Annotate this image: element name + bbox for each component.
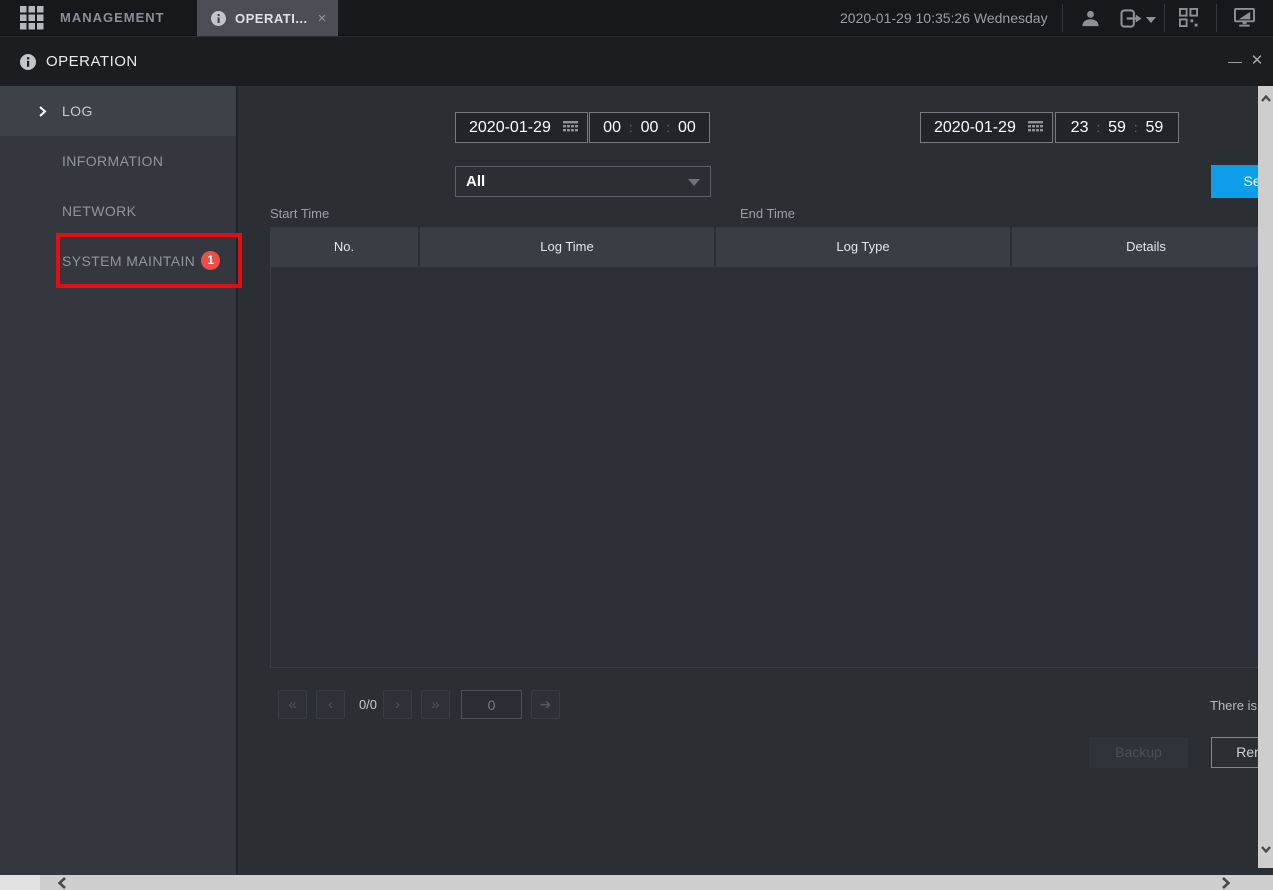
qr-code-icon[interactable]	[1179, 8, 1198, 27]
log-table-header: No. Log Time Log Type Details	[270, 227, 1273, 267]
start-hour[interactable]: 00	[603, 119, 621, 137]
time-separator: :	[628, 120, 633, 135]
scroll-right-icon[interactable]	[1222, 877, 1230, 889]
screen: MANAGEMENT OPERATI... × 2020-01-29 10:35…	[0, 0, 1273, 890]
info-icon	[20, 54, 36, 70]
topbar-divider	[1216, 4, 1217, 32]
start-time-field[interactable]: 00:00:00	[589, 112, 710, 143]
end-date-value: 2020-01-29	[934, 118, 1016, 136]
scroll-left-icon[interactable]	[58, 877, 66, 889]
info-icon	[211, 10, 226, 26]
sidebar-item-network[interactable]: NETWORK	[0, 186, 236, 236]
status-note: There is	[1210, 698, 1257, 713]
column-header-details[interactable]: Details	[1012, 227, 1273, 267]
sidebar-item-label: SYSTEM MAINTAIN	[62, 253, 196, 269]
chevron-down-icon[interactable]	[1146, 17, 1156, 23]
tab-close-icon[interactable]: ×	[318, 10, 327, 27]
minimize-button[interactable]: —	[1226, 49, 1244, 73]
end-time-label: End Time	[740, 206, 795, 221]
notification-badge: 1	[201, 251, 221, 271]
top-tab-bar: MANAGEMENT OPERATI... × 2020-01-29 10:35…	[0, 0, 1273, 36]
end-second[interactable]: 59	[1146, 119, 1164, 137]
type-dropdown[interactable]: All	[455, 166, 711, 197]
start-second[interactable]: 00	[678, 119, 696, 137]
last-page-button[interactable]: »	[421, 690, 450, 719]
monitor-icon[interactable]	[1234, 8, 1255, 28]
time-separator: :	[666, 120, 671, 135]
first-page-button[interactable]: «	[278, 690, 307, 719]
column-header-log-time[interactable]: Log Time	[420, 227, 716, 267]
dropdown-caret-icon	[688, 179, 700, 186]
end-time-field[interactable]: 23:59:59	[1055, 112, 1179, 143]
start-time-label: Start Time	[270, 206, 330, 221]
type-dropdown-value: All	[466, 173, 486, 190]
sidebar-item-label: NETWORK	[62, 203, 137, 219]
time-separator: :	[1133, 120, 1138, 135]
tab-operation-label: OPERATI...	[235, 10, 308, 26]
sidebar-item-label: LOG	[62, 103, 93, 119]
end-date-field[interactable]: 2020-01-29	[920, 112, 1053, 143]
time-separator: :	[1096, 120, 1101, 135]
user-icon[interactable]	[1081, 9, 1100, 28]
window-title-bar: OPERATION — ✕	[0, 37, 1273, 86]
sidebar-item-system-maintain[interactable]: SYSTEM MAINTAIN 1	[0, 236, 236, 286]
end-hour[interactable]: 23	[1071, 119, 1089, 137]
next-page-button[interactable]: ›	[383, 690, 412, 719]
previous-page-button[interactable]: ‹	[316, 690, 345, 719]
apps-grid-icon[interactable]	[20, 6, 44, 30]
column-header-no[interactable]: No.	[270, 227, 420, 267]
window-body: LOG INFORMATION NETWORK SYSTEM MAINTAIN 1…	[0, 86, 1273, 875]
column-header-log-type[interactable]: Log Type	[716, 227, 1012, 267]
log-table-body-empty	[270, 267, 1273, 668]
start-minute[interactable]: 00	[641, 119, 659, 137]
page-number-input[interactable]	[461, 690, 522, 719]
sidebar-item-information[interactable]: INFORMATION	[0, 136, 236, 186]
sidebar-item-log[interactable]: LOG	[0, 86, 236, 136]
sidebar: LOG INFORMATION NETWORK SYSTEM MAINTAIN 1	[0, 86, 242, 875]
end-minute[interactable]: 59	[1108, 119, 1126, 137]
page-count: 0/0	[358, 697, 378, 712]
tab-operation[interactable]: OPERATI... ×	[197, 0, 338, 36]
calendar-icon[interactable]	[563, 121, 578, 134]
close-button[interactable]: ✕	[1248, 49, 1266, 73]
scroll-up-icon[interactable]	[1261, 95, 1271, 102]
topbar-divider	[1164, 4, 1165, 32]
goto-page-button[interactable]: ➔	[531, 690, 560, 719]
scrollbar-segment	[0, 875, 40, 890]
start-date-field[interactable]: 2020-01-29	[455, 112, 588, 143]
horizontal-scrollbar[interactable]	[0, 875, 1273, 890]
backup-button[interactable]: Backup	[1089, 737, 1188, 768]
chevron-right-icon	[38, 106, 47, 117]
window-title: OPERATION	[46, 53, 138, 70]
logout-icon[interactable]	[1120, 9, 1142, 28]
system-clock: 2020-01-29 10:35:26 Wednesday	[840, 10, 1048, 26]
sidebar-item-label: INFORMATION	[62, 153, 164, 169]
scroll-down-icon[interactable]	[1261, 846, 1271, 853]
start-date-value: 2020-01-29	[469, 118, 551, 136]
calendar-icon[interactable]	[1028, 121, 1043, 134]
vertical-scrollbar[interactable]	[1258, 86, 1273, 868]
tab-management[interactable]: MANAGEMENT	[60, 0, 165, 36]
topbar-divider	[1062, 4, 1063, 32]
